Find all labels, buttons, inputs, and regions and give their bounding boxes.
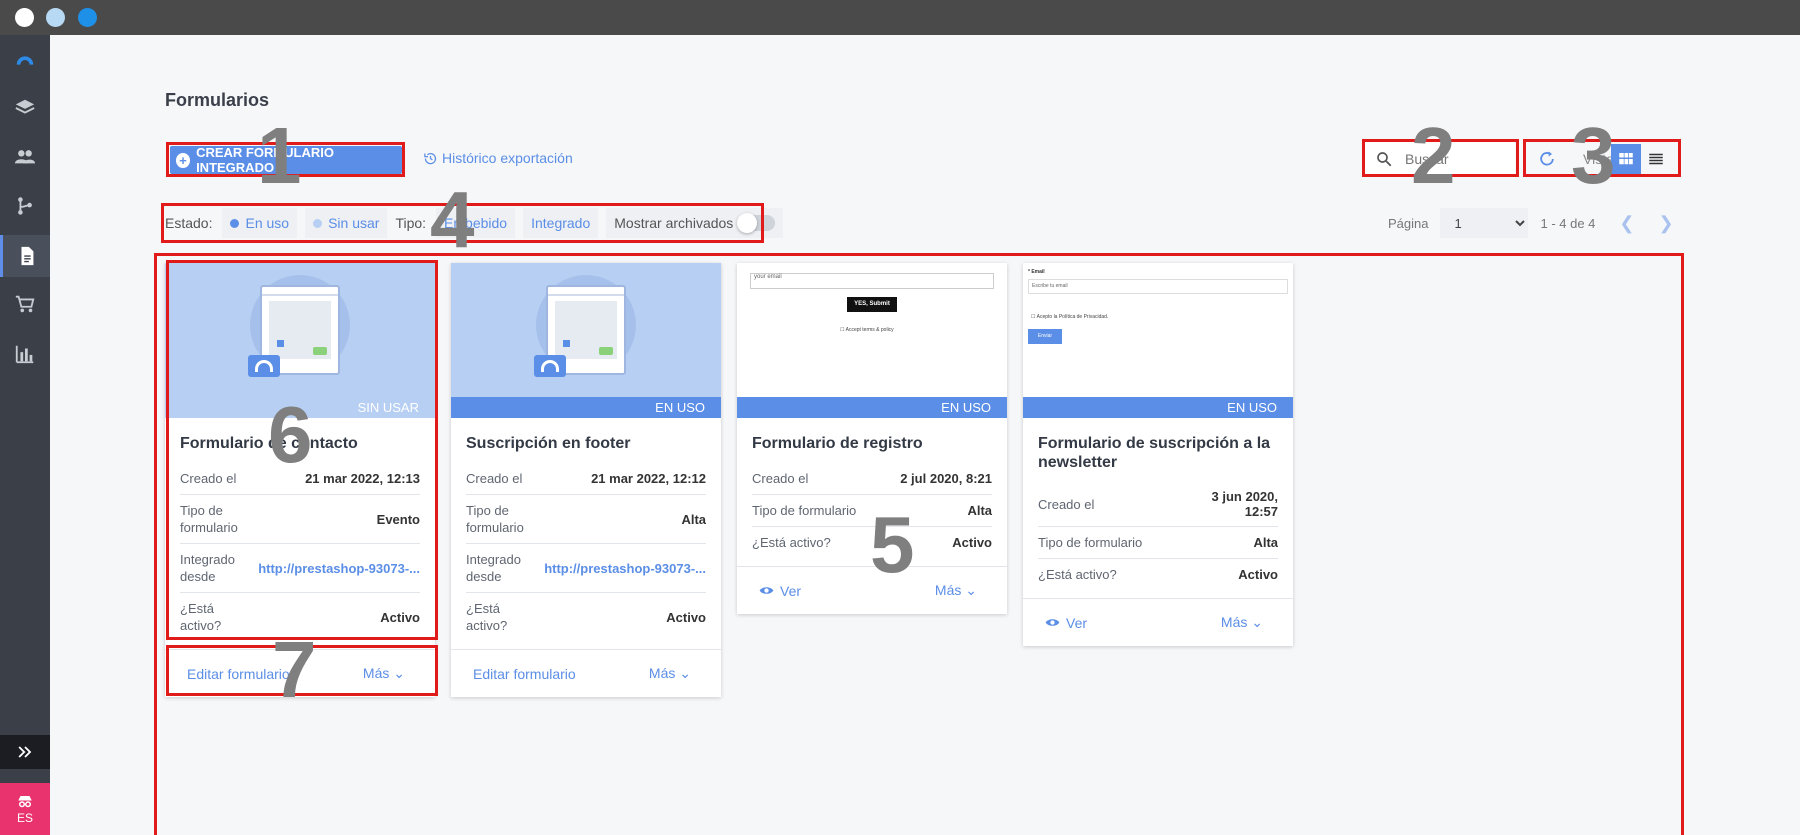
bar-chart-icon[interactable] bbox=[0, 335, 50, 373]
page-select[interactable]: 1 bbox=[1440, 208, 1529, 238]
window-zoom-dot[interactable] bbox=[78, 8, 97, 27]
annotation-number: 1 bbox=[257, 111, 302, 200]
window-minimize-dot[interactable] bbox=[46, 8, 65, 27]
users-icon[interactable] bbox=[0, 138, 50, 176]
page-count: 1 - 4 de 4 bbox=[1540, 215, 1596, 231]
chevron-right-icon[interactable]: ❯ bbox=[1659, 213, 1674, 234]
annotation-number: 3 bbox=[1571, 111, 1616, 200]
branch-icon[interactable] bbox=[0, 187, 50, 225]
window-close-dot[interactable] bbox=[15, 8, 34, 27]
language-selector[interactable]: ES bbox=[0, 783, 50, 835]
chevron-left-icon[interactable]: ❮ bbox=[1619, 213, 1634, 234]
page-title: Formularios bbox=[165, 90, 270, 110]
annotation-number: 7 bbox=[272, 625, 317, 714]
layers-icon[interactable] bbox=[0, 89, 50, 127]
cart-icon[interactable] bbox=[0, 285, 50, 323]
sidebar: ES bbox=[0, 35, 50, 835]
annotation-number: 5 bbox=[870, 500, 915, 589]
document-icon[interactable] bbox=[0, 235, 50, 277]
history-icon bbox=[424, 152, 437, 164]
incognito-icon bbox=[18, 796, 32, 808]
annotation-number: 4 bbox=[430, 175, 475, 264]
logo-icon[interactable] bbox=[0, 41, 50, 79]
export-history-label: Histórico exportación bbox=[442, 150, 573, 166]
language-code: ES bbox=[16, 811, 33, 825]
window-titlebar bbox=[0, 0, 1800, 35]
annotation-number: 2 bbox=[1411, 111, 1456, 200]
page-label: Página bbox=[1388, 215, 1429, 231]
annotation-number: 6 bbox=[268, 390, 313, 479]
double-chevron-right-icon[interactable] bbox=[0, 735, 50, 769]
pagination: Página 1 1 - 4 de 4 ❮ ❯ bbox=[1388, 208, 1674, 238]
export-history-link[interactable]: Histórico exportación bbox=[423, 150, 573, 166]
